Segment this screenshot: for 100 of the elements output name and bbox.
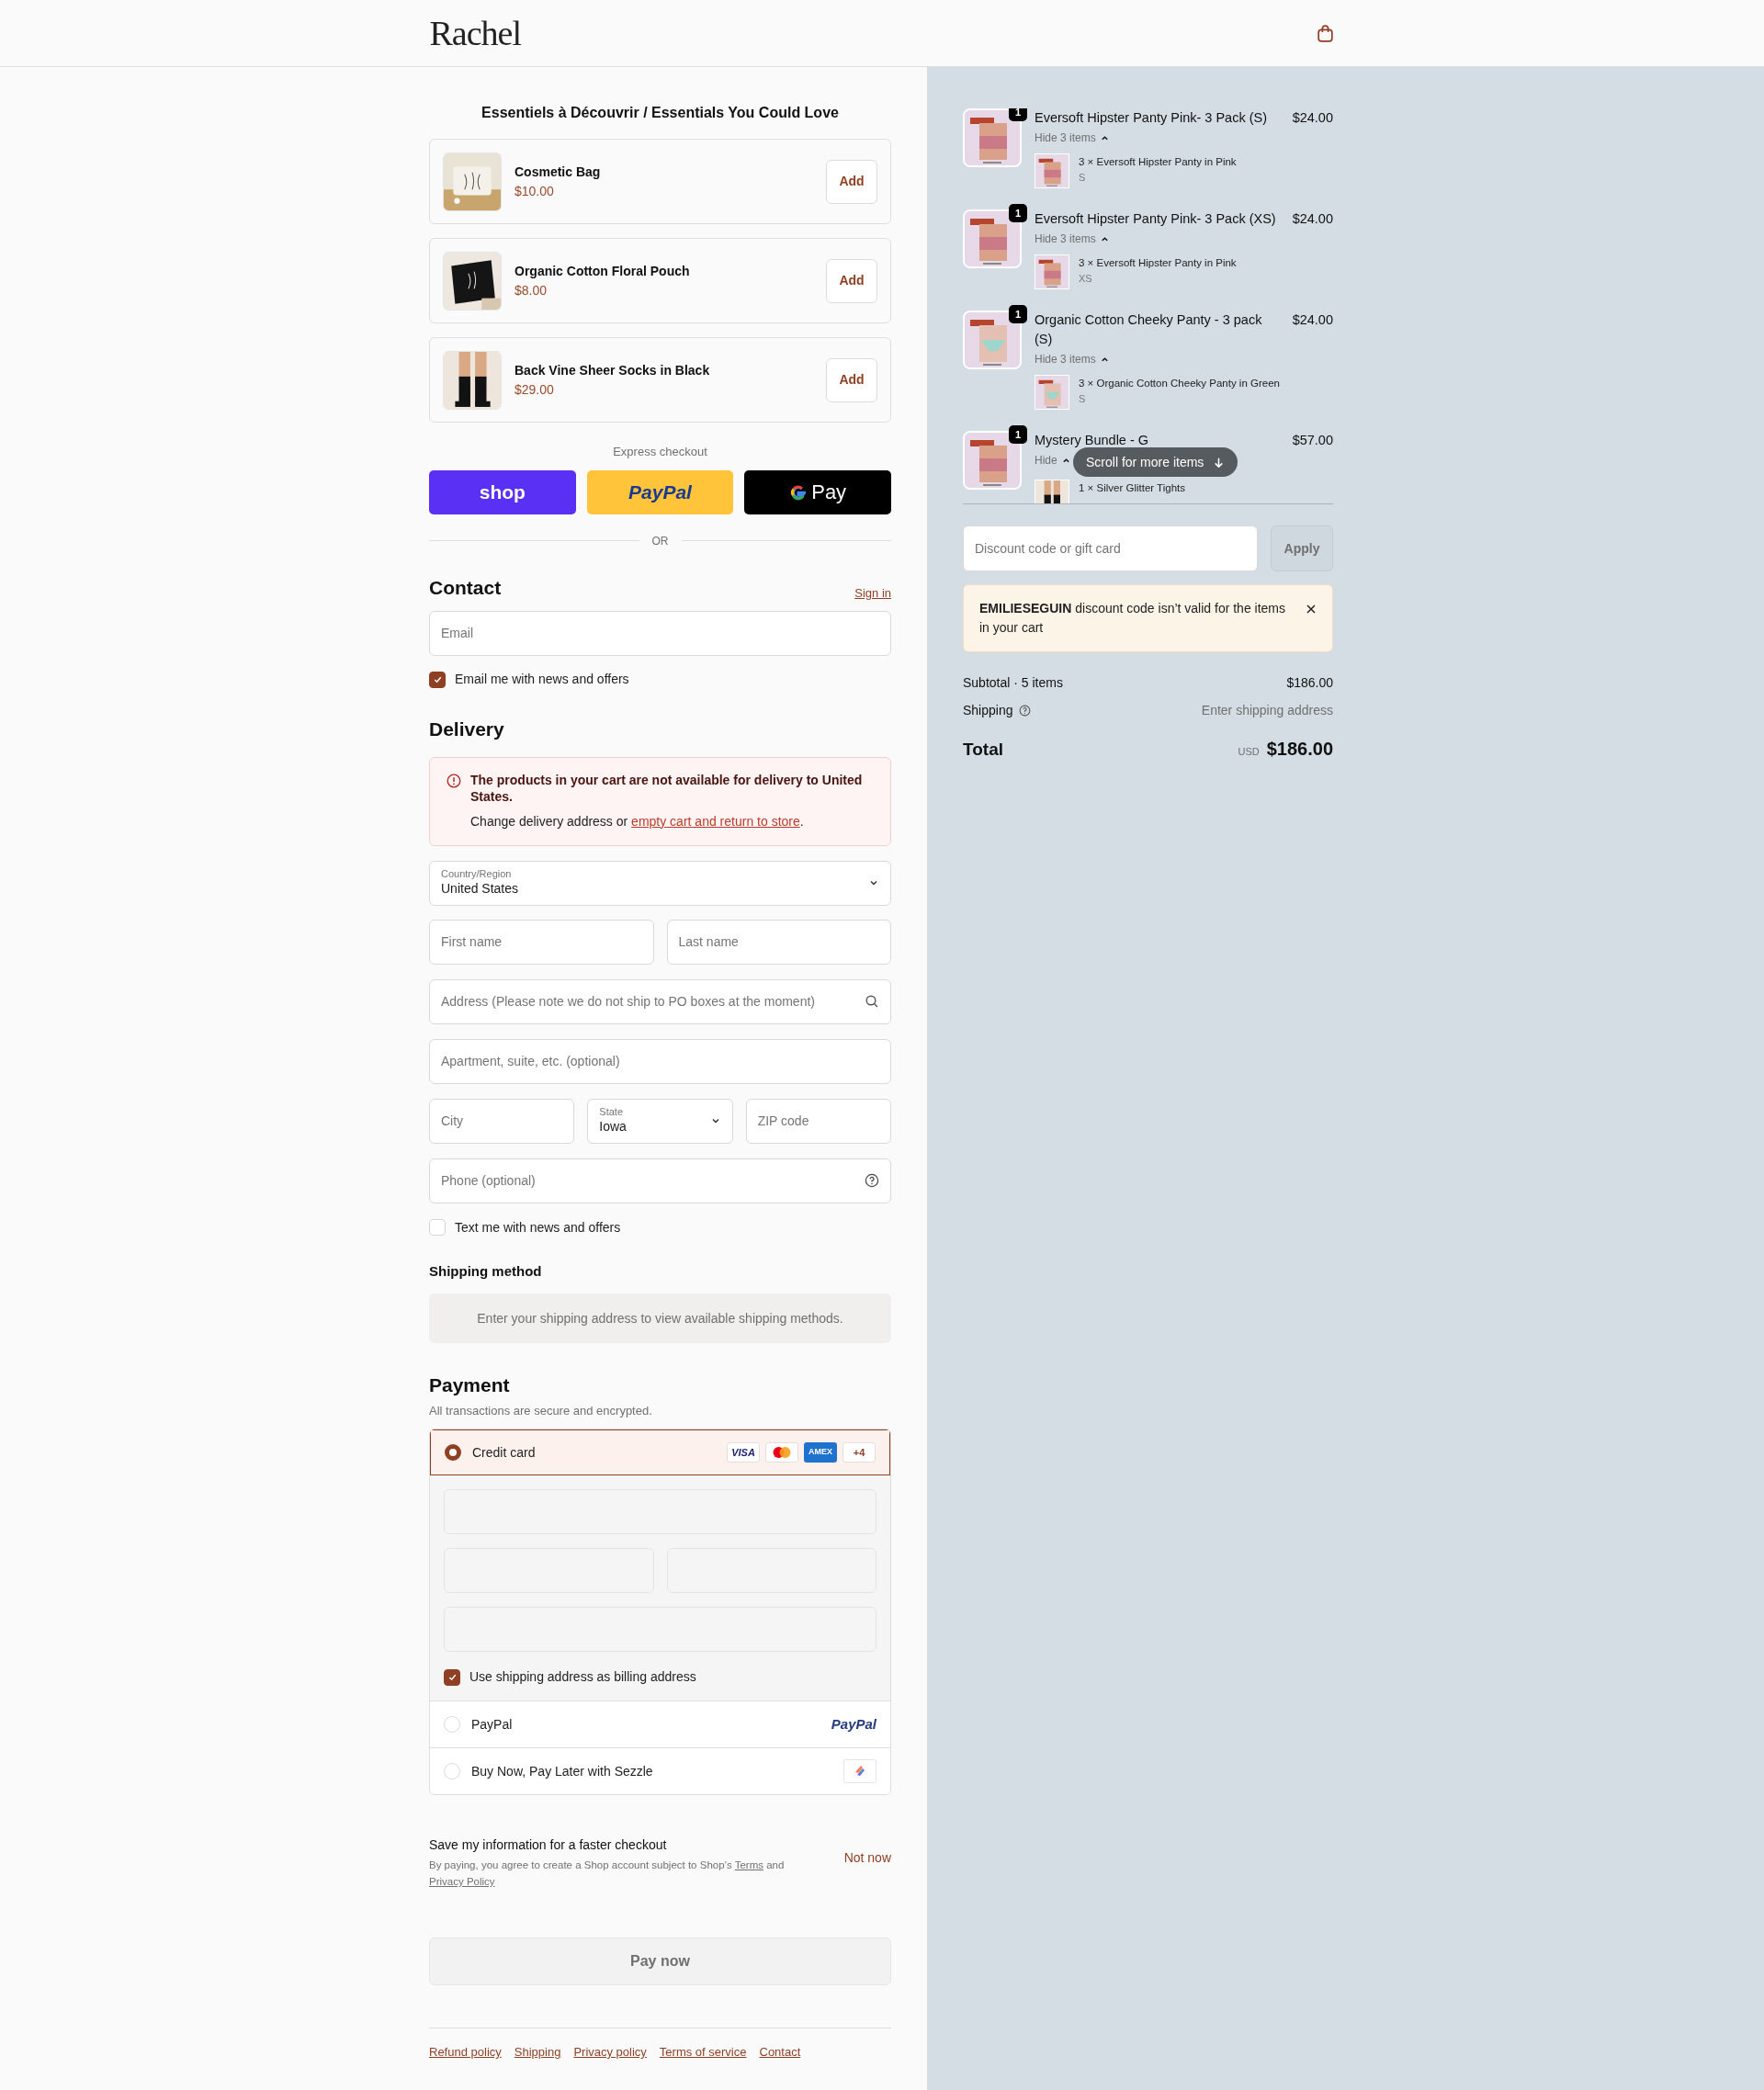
section-title: Payment [429, 1373, 511, 1397]
pay-now-button[interactable]: Pay now [429, 1937, 891, 1985]
email-field[interactable]: Email [429, 611, 891, 656]
chevron-up-icon [1061, 456, 1070, 465]
discount-field[interactable]: Discount code or gift card [963, 525, 1258, 571]
bundle-item-text: 3 × Organic Cotton Cheeky Panty in Green [1079, 377, 1280, 390]
shipping-method-notice: Enter your shipping address to view available shipping methods. [429, 1294, 891, 1343]
product-name: Back Vine Sheer Socks in Black [514, 361, 711, 379]
alert-icon [447, 773, 461, 788]
product-price: $29.00 [514, 380, 555, 399]
mastercard-icon [765, 1442, 798, 1463]
payment-option-label: Buy Now, Pay Later with Sezzle [471, 1762, 654, 1780]
footer-link[interactable]: Contact [759, 2043, 801, 2062]
section-title: Essentiels à Découvrir / Essentials You Could Love [481, 104, 840, 122]
error-title: The products in your cart are not available for delivery to United States. [470, 771, 864, 805]
item-price: $57.00 [1292, 432, 1333, 449]
radio-button[interactable] [445, 1444, 461, 1461]
paypal-button[interactable]: PayPal [586, 469, 734, 514]
empty-cart-link[interactable]: empty cart and return to store [631, 813, 800, 829]
toggle-items-button[interactable]: Hide [1035, 452, 1070, 469]
quantity-badge: 1 [1009, 425, 1027, 444]
checkbox-label: Text me with news and offers [455, 1218, 621, 1237]
section-title: Contact [429, 575, 502, 600]
subtotal-label: Subtotal · 5 items [963, 674, 1063, 692]
payment-option[interactable]: Buy Now, Pay Later with Sezzle [430, 1748, 890, 1794]
sign-in-link[interactable]: Sign in [854, 583, 891, 602]
quantity-badge: 1 [1009, 108, 1027, 121]
save-info-text: By paying, you agree to create a Shop account subject to Shop’s Terms and Privacy Policy [429, 1858, 786, 1889]
chevron-up-icon [1100, 234, 1109, 243]
bundle-item-text: 3 × Eversoft Hipster Panty in Pink [1079, 256, 1237, 270]
express-checkout-label: Express checkout [612, 444, 708, 460]
footer-link[interactable]: Refund policy [429, 2043, 502, 2062]
section-title: Delivery [429, 717, 505, 741]
footer-link[interactable]: Terms of service [659, 2043, 747, 2062]
bundle-item-text: 1 × Silver Glitter Tights [1079, 481, 1185, 495]
shopping-bag-icon[interactable] [1315, 23, 1335, 43]
toggle-items-button[interactable]: Hide 3 items [1035, 231, 1109, 247]
select-field[interactable]: Country/Region United States [429, 860, 891, 906]
product-price: $8.00 [514, 281, 548, 299]
phone-field[interactable]: Phone (optional) [429, 1158, 891, 1203]
footer-link[interactable]: Privacy policy [573, 2043, 647, 2062]
checkbox[interactable] [429, 671, 446, 688]
apply-button[interactable]: Apply [1271, 525, 1333, 571]
item-name: Eversoft Hipster Panty Pink- 3 Pack (S) [1035, 109, 1268, 127]
error-message: Change delivery address or empty cart and return to store. [470, 812, 805, 830]
select-field[interactable]: State Iowa [587, 1098, 733, 1144]
add-button[interactable]: Add [826, 357, 877, 402]
chevron-up-icon [1100, 133, 1109, 142]
variant-text: XS [1079, 272, 1093, 286]
quantity-badge: 1 [1009, 204, 1027, 222]
checkbox[interactable] [444, 1668, 460, 1686]
close-icon[interactable] [1306, 604, 1317, 615]
footer-link[interactable]: Shipping [514, 2043, 561, 2062]
product-price: $10.00 [514, 182, 555, 200]
toggle-items-button[interactable]: Hide 3 items [1035, 351, 1109, 367]
visa-logo: VISA [727, 1442, 760, 1463]
item-name: Mystery Bundle - G [1035, 432, 1149, 449]
more-cards-badge: +4 [842, 1442, 876, 1463]
item-price: $24.00 [1292, 210, 1333, 228]
product-name: Organic Cotton Floral Pouch [514, 262, 691, 280]
item-name: Organic Cotton Cheeky Panty - 3 pack (S) [1035, 311, 1263, 348]
sezzle-icon [843, 1759, 876, 1783]
zip-code-field[interactable]: ZIP code [745, 1098, 891, 1144]
payment-option[interactable]: Credit card VISA AMEX +4 [430, 1429, 890, 1475]
variant-text: S [1079, 392, 1087, 406]
checkbox-label: Use shipping address as billing address [469, 1668, 696, 1686]
checkbox-label: Email me with news and offers [455, 671, 629, 688]
payment-subtitle: All transactions are secure and encrypted. [429, 1402, 653, 1419]
product-name: Cosmetic Bag [514, 163, 602, 181]
scroll-hint-toast[interactable]: Scroll for more items [1073, 447, 1238, 477]
shop-pay-button[interactable]: shop [429, 469, 576, 514]
terms-link[interactable]: Terms [734, 1859, 763, 1870]
not-now-link[interactable]: Not now [843, 1848, 891, 1868]
add-button[interactable]: Add [826, 258, 877, 303]
privacy-policy-link[interactable]: Privacy Policy [429, 1876, 495, 1887]
apartment-field[interactable]: Apartment, suite, etc. (optional) [429, 1038, 891, 1084]
bundle-item-text: 3 × Eversoft Hipster Panty in Pink [1079, 155, 1237, 169]
paypal-logo: PayPal [831, 1714, 876, 1734]
section-title: Shipping method [429, 1261, 543, 1281]
address-field[interactable]: Address (Please note we do not ship to PO boxes at the moment) [429, 978, 891, 1024]
payment-option-label: PayPal [471, 1715, 514, 1734]
total-value: $186.00 [1266, 738, 1333, 761]
check-icon [447, 1672, 458, 1682]
payment-option[interactable]: PayPal PayPal [430, 1701, 890, 1747]
search-icon [865, 994, 879, 1009]
check-icon [432, 674, 443, 684]
last-name-field[interactable]: Last name [666, 919, 891, 965]
city-field[interactable]: City [429, 1098, 575, 1144]
toggle-items-button[interactable]: Hide 3 items [1035, 130, 1109, 146]
variant-text: S [1079, 171, 1087, 185]
chevron-up-icon [1100, 355, 1109, 364]
google-pay-button[interactable]: Pay [744, 469, 891, 514]
store-logo[interactable]: Rachel [429, 6, 521, 60]
add-button[interactable]: Add [826, 159, 877, 204]
item-name: Eversoft Hipster Panty Pink- 3 Pack (XS) [1035, 210, 1276, 228]
total-label: Total [963, 739, 1003, 761]
first-name-field[interactable]: First name [429, 919, 654, 965]
shipping-value: Enter shipping address [1201, 702, 1333, 719]
help-icon [865, 1173, 879, 1188]
currency-code: USD [1238, 745, 1260, 759]
